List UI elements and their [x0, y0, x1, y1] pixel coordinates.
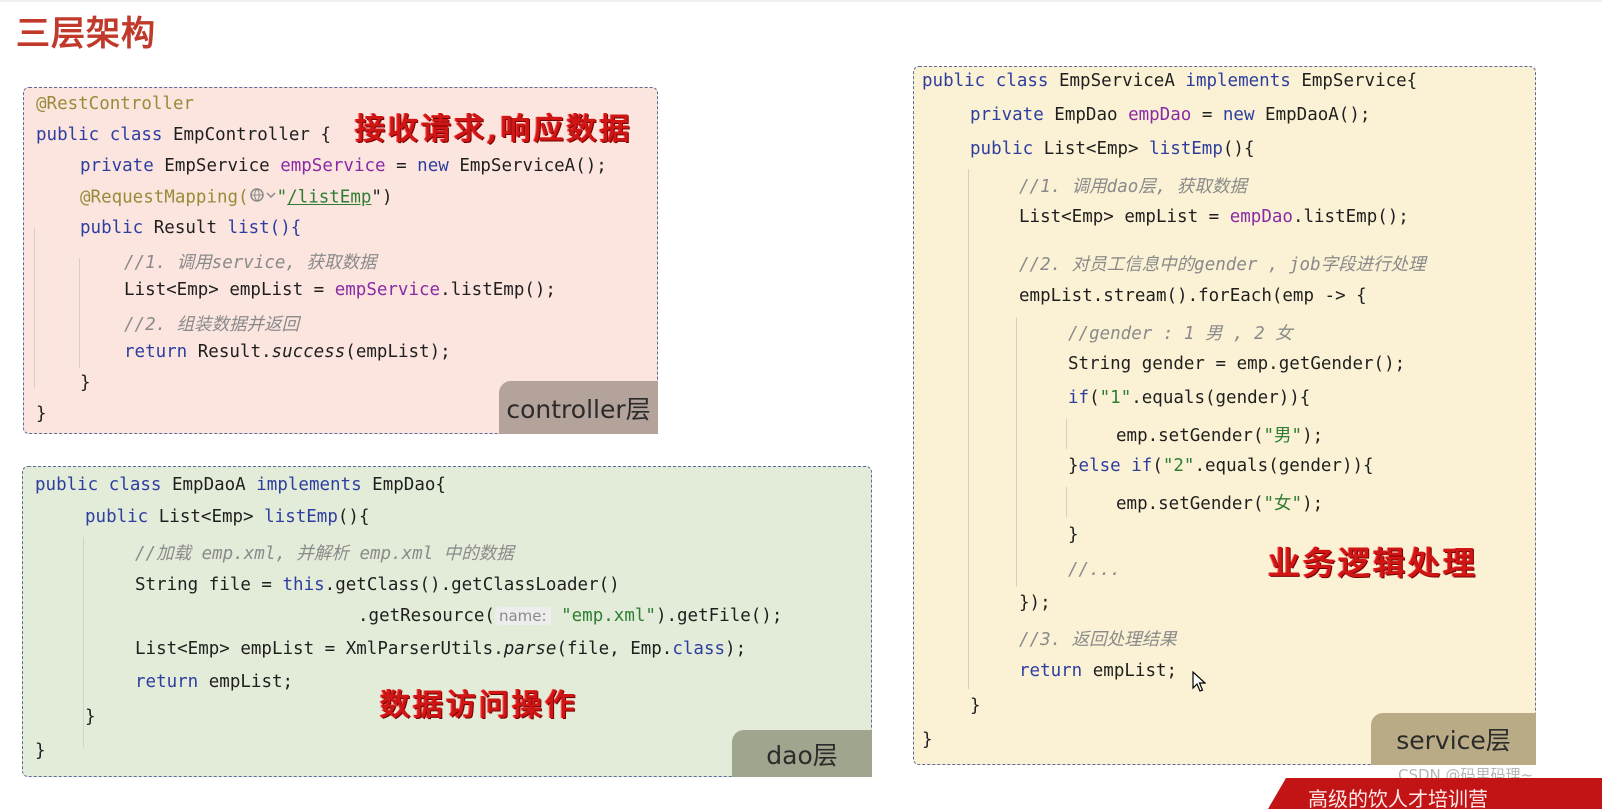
code-line: }else if("2".equals(gender)){ — [1068, 456, 1374, 476]
dao-layer-label: dao层 — [732, 730, 872, 777]
code-line: public class EmpDaoA implements EmpDao{ — [35, 475, 446, 495]
code-line: String gender = emp.getGender(); — [1068, 354, 1406, 374]
top-divider — [0, 0, 1602, 2]
code-line: public List<Emp> listEmp(){ — [85, 507, 370, 527]
bottom-banner: 高级的饮人才培训营 — [1268, 778, 1602, 809]
code-line: List<Emp> empList = empService.listEmp()… — [124, 280, 556, 300]
code-line: @RestController — [36, 94, 195, 114]
code-line: } — [35, 741, 46, 761]
code-line: String file = this.getClass().getClassLo… — [135, 575, 620, 595]
code-line: public class EmpServiceA implements EmpS… — [922, 71, 1418, 91]
indent-guide — [83, 537, 84, 747]
code-line: } — [36, 404, 47, 424]
dao-annotation-note: 数据访问操作 — [380, 688, 578, 723]
code-line: } — [1068, 525, 1079, 545]
code-line: public class EmpController { — [36, 125, 332, 145]
code-line: private EmpService empService = new EmpS… — [80, 156, 607, 176]
code-comment: //gender : 1 男 , 2 女 — [1068, 324, 1293, 344]
request-url-link[interactable]: /listEmp — [287, 188, 371, 208]
indent-guide — [79, 258, 80, 368]
service-code-panel: public class EmpServiceA implements EmpS… — [913, 66, 1536, 765]
code-line: return Result.success(empList); — [124, 342, 451, 362]
controller-layer-label: controller层 — [499, 381, 658, 434]
indent-guide — [1066, 487, 1067, 517]
code-line: emp.setGender("男"); — [1116, 426, 1324, 446]
code-line: } — [970, 696, 981, 716]
code-line: public Result list(){ — [80, 218, 302, 238]
indent-guide — [1016, 317, 1017, 587]
code-line: if("1".equals(gender)){ — [1068, 388, 1311, 408]
code-line: } — [85, 707, 96, 727]
indent-guide — [1066, 419, 1067, 449]
code-line: public List<Emp> listEmp(){ — [970, 139, 1255, 159]
code-comment: //2. 组装数据并返回 — [124, 315, 300, 335]
page-title: 三层架构 — [16, 14, 156, 54]
code-line: } — [922, 730, 933, 750]
code-line: return empList; — [1019, 661, 1178, 681]
param-name-hint: name: — [494, 607, 551, 625]
code-line: emp.setGender("女"); — [1116, 494, 1324, 514]
indent-guide — [34, 228, 35, 388]
code-comment: //2. 对员工信息中的gender , job字段进行处理 — [1019, 255, 1426, 275]
code-line: @RequestMapping("/listEmp") — [80, 187, 393, 208]
service-layer-label: service层 — [1371, 713, 1536, 765]
code-line: List<Emp> empList = empDao.listEmp(); — [1019, 207, 1409, 227]
code-comment: //加载 emp.xml, 并解析 emp.xml 中的数据 — [135, 544, 514, 564]
code-comment: //1. 调用service, 获取数据 — [124, 253, 377, 273]
mouse-cursor-icon — [1192, 670, 1207, 697]
code-line: private EmpDao empDao = new EmpDaoA(); — [970, 105, 1371, 125]
code-comment: //1. 调用dao层, 获取数据 — [1019, 177, 1247, 197]
code-line: return empList; — [135, 672, 294, 692]
service-annotation-note: 业务逻辑处理 — [1268, 544, 1479, 582]
code-line: List<Emp> empList = XmlParserUtils.parse… — [135, 639, 747, 659]
code-comment: //... — [1068, 560, 1121, 580]
controller-annotation-note: 接收请求,响应数据 — [355, 112, 633, 147]
indent-guide — [968, 169, 969, 689]
code-comment: //3. 返回处理结果 — [1019, 630, 1177, 650]
globe-icon[interactable] — [249, 187, 277, 208]
code-line: } — [80, 373, 91, 393]
code-line: .getResource(name: "emp.xml").getFile(); — [358, 606, 783, 626]
code-line: }); — [1019, 593, 1051, 613]
code-line: empList.stream().forEach(emp -> { — [1019, 286, 1367, 306]
